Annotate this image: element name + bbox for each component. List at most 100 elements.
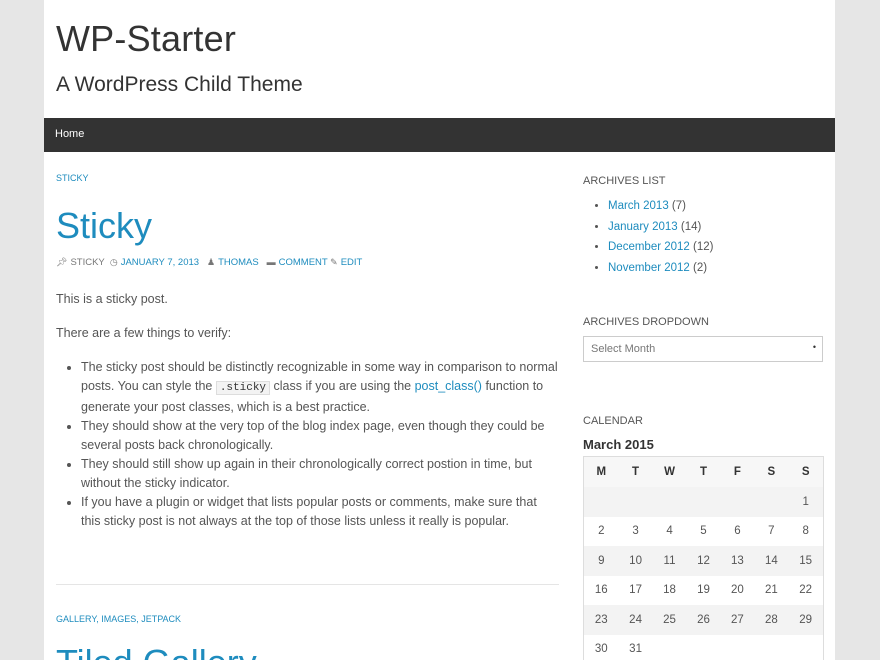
pin-icon: 📌︎ (56, 257, 68, 267)
calendar-day: 18 (663, 584, 676, 597)
calendar-day: 26 (686, 605, 721, 635)
list-text: class if you are using the (270, 379, 415, 393)
post-categories[interactable]: GALLERY, IMAGES, JETPACK (56, 614, 181, 624)
archive-link[interactable]: January 2013 (608, 221, 678, 233)
calendar-day: 15 (788, 546, 824, 576)
calendar-table: MTWTFSS 1 2 3 4 5 6 7 8 9 10 11 12 13 14 15 16 17 18 19 20 2… (583, 456, 824, 660)
calendar-day (618, 487, 653, 517)
page: WP-Starter A WordPress Child Theme Home … (44, 0, 835, 660)
post-paragraph: There are a few things to verify: (56, 326, 232, 340)
calendar-day (720, 487, 755, 517)
calendar-day (687, 635, 721, 660)
list-item: They should show at the very top of the … (81, 417, 559, 455)
calendar-day: 2 (598, 525, 605, 538)
calendar-day: 22 (799, 584, 813, 597)
post-comment-link[interactable]: COMMENT (279, 257, 328, 268)
calendar-day: 1 (788, 487, 824, 517)
calendar-caption: March 2015 (583, 437, 654, 452)
calendar-day (583, 487, 619, 517)
comment-icon: ▬ (266, 257, 276, 267)
calendar-day: 24 (618, 605, 653, 635)
calendar-day: 7 (768, 525, 775, 538)
widget-title-archives-dropdown: ARCHIVES DROPDOWN (583, 316, 709, 328)
widget-title-archives-list: ARCHIVES LIST (583, 175, 666, 187)
post-date-link[interactable]: JANUARY 7, 2013 (121, 257, 199, 268)
archives-list: March 2013 (7)January 2013 (14)December … (583, 196, 713, 279)
calendar-day: 10 (618, 546, 653, 576)
post-paragraph: This is a sticky post. (56, 292, 168, 306)
archive-item: November 2012 (2) (608, 258, 713, 279)
calendar-day-header: T (618, 456, 653, 487)
calendar-day: 11 (652, 546, 687, 576)
select-value: Select Month (591, 343, 656, 355)
nav-home-link[interactable]: Home (55, 128, 84, 140)
calendar-day: 23 (583, 605, 619, 635)
post-divider (56, 584, 559, 585)
post-categories[interactable]: STICKY (56, 173, 89, 183)
list-item: The sticky post should be distinctly rec… (81, 358, 559, 417)
calendar-day-header: S (788, 456, 824, 487)
calendar-day (686, 487, 721, 517)
calendar-day: 6 (734, 525, 741, 538)
calendar-day: 14 (754, 546, 789, 576)
post-author-link[interactable]: THOMAS (218, 257, 259, 268)
calendar-day: 29 (788, 605, 824, 635)
author-icon: ♟︎ (206, 257, 216, 267)
calendar-day: 30 (594, 643, 608, 656)
calendar-day: 20 (731, 584, 744, 597)
calendar-week: 23 24 25 26 27 28 29 (583, 605, 824, 635)
calendar-week: 9 10 11 12 13 14 15 (583, 546, 824, 576)
calendar-day-header: T (686, 456, 721, 487)
calendar-week: 2 3 4 5 6 7 8 (584, 517, 824, 547)
calendar-day (754, 635, 788, 660)
archive-item: January 2013 (14) (608, 217, 713, 238)
archive-item: December 2012 (12) (608, 237, 713, 258)
calendar-day: 12 (686, 546, 721, 576)
calendar-day-header: S (754, 456, 789, 487)
archive-link[interactable]: November 2012 (608, 262, 690, 274)
clock-icon: ◷ (109, 257, 118, 267)
archive-count: (2) (689, 262, 708, 275)
post-edit-link[interactable]: EDIT (341, 257, 363, 268)
archive-count: (14) (677, 220, 702, 233)
calendar-week: 16 17 18 19 20 21 22 (584, 576, 824, 606)
calendar-day (788, 635, 823, 660)
calendar-day: 16 (594, 584, 608, 597)
post-class-link[interactable]: post_class() (415, 379, 482, 393)
post-meta: 📌︎ STICKY ◷ JANUARY 7, 2013 ♟︎ THOMAS ▬ COMM… (56, 257, 362, 268)
calendar-day: 8 (802, 525, 809, 538)
archive-item: March 2013 (7) (608, 196, 713, 217)
post-title[interactable]: Sticky (56, 205, 152, 247)
archives-select[interactable]: Select Month • (583, 336, 823, 362)
pencil-icon: ✎︎ (330, 257, 338, 267)
calendar-day (754, 487, 789, 517)
calendar-day (720, 635, 754, 660)
calendar-day: 9 (583, 546, 619, 576)
calendar-week: 1 (583, 487, 824, 517)
calendar-day: 21 (764, 584, 778, 597)
archive-count: (7) (668, 200, 686, 212)
select-arrow-icon: • (812, 342, 816, 352)
calendar-day: 27 (720, 605, 755, 635)
inline-code: .sticky (215, 381, 271, 395)
calendar-day: 31 (629, 643, 642, 656)
site-title[interactable]: WP-Starter (56, 18, 236, 60)
calendar-week: 30 31 (584, 635, 824, 660)
calendar-day: 13 (720, 546, 755, 576)
post-content: This is a sticky post. There are a few t… (56, 290, 559, 531)
archive-link[interactable]: March 2013 (608, 200, 669, 212)
calendar-day-header: W (652, 456, 687, 487)
archive-link[interactable]: December 2012 (608, 241, 690, 253)
nav-bar: Home (44, 118, 835, 152)
archive-count: (12) (689, 241, 714, 254)
widget-title-calendar: CALENDAR (583, 415, 643, 427)
calendar-day (652, 487, 687, 517)
calendar-day: 5 (700, 525, 707, 538)
calendar-day: 4 (666, 525, 673, 538)
post-bullet-list: The sticky post should be distinctly rec… (56, 358, 559, 531)
list-item: If you have a plugin or widget that list… (81, 493, 559, 531)
calendar-day: 3 (632, 525, 639, 538)
list-item: They should still show up again in their… (81, 455, 559, 493)
post-title[interactable]: Tiled Gallery (56, 642, 257, 660)
calendar-day: 17 (629, 584, 642, 597)
